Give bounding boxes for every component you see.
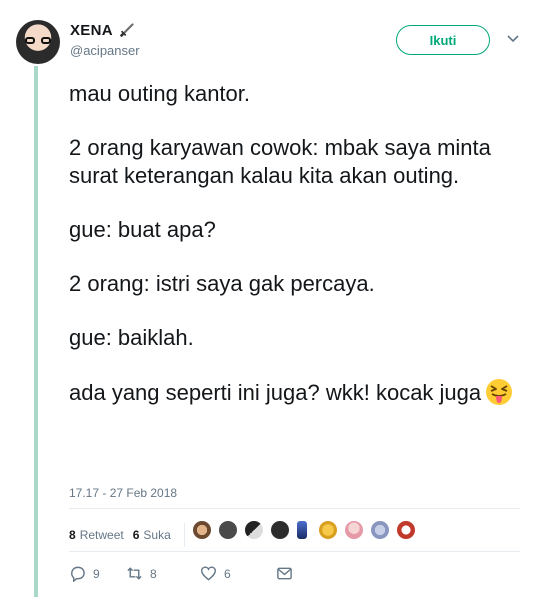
author-handle[interactable]: @acipanser	[70, 43, 140, 58]
tweet-line: gue: buat apa?	[69, 217, 216, 242]
liker-avatar[interactable]	[396, 520, 416, 540]
author-name-row[interactable]: XENA	[70, 21, 136, 39]
tweet-timestamp[interactable]: 17.17 - 27 Feb 2018	[69, 486, 177, 500]
sword-icon	[119, 23, 134, 38]
reply-icon	[71, 566, 85, 582]
tweet-line: 2 orang: istri saya gak percaya.	[69, 271, 375, 296]
chevron-down-icon[interactable]	[506, 34, 520, 44]
heart-icon	[200, 566, 217, 581]
liker-avatar[interactable]	[270, 520, 290, 540]
divider	[69, 551, 520, 552]
retweet-icon	[127, 567, 142, 580]
tweet-line: gue: baiklah.	[69, 325, 194, 350]
tweet-actions: 9 8 6	[69, 565, 300, 582]
liker-avatar[interactable]	[218, 520, 238, 540]
direct-message-action[interactable]	[276, 565, 300, 582]
liker-avatar[interactable]	[244, 520, 264, 540]
retweet-count: 8	[150, 566, 157, 581]
retweet-action[interactable]: 8	[126, 565, 200, 582]
avatar[interactable]	[16, 20, 60, 64]
tweet-line: mau outing kantor.	[69, 81, 251, 106]
liker-avatar[interactable]	[344, 520, 364, 540]
divider	[69, 508, 520, 509]
follow-button[interactable]: Ikuti	[396, 25, 490, 55]
tweet-line: 2 orang karyawan cowok: mbak saya minta …	[69, 135, 491, 188]
avatar-glasses	[25, 37, 51, 45]
liker-avatar[interactable]	[192, 520, 212, 540]
envelope-icon	[277, 567, 292, 580]
reply-action[interactable]: 9	[69, 565, 126, 582]
like-count: 6	[224, 566, 231, 581]
stats-separator	[183, 523, 185, 547]
like-action[interactable]: 6	[200, 565, 276, 582]
squinting-face-with-tongue-emoji	[486, 379, 513, 405]
liker-avatar[interactable]	[318, 520, 338, 540]
like-stat[interactable]: 6 Suka	[133, 528, 171, 542]
tweet-stats: 8 Retweet 6 Suka	[69, 523, 191, 547]
reply-count: 9	[93, 566, 100, 581]
retweet-stat[interactable]: 8 Retweet	[69, 528, 124, 542]
tweet-line: ada yang seperti ini juga? wkk! kocak ju…	[69, 380, 482, 405]
author-name[interactable]: XENA	[70, 22, 112, 39]
tweet-text: mau outing kantor. 2 orang karyawan cowo…	[69, 80, 519, 407]
liker-avatar[interactable]	[296, 520, 308, 540]
likers-avatars	[192, 520, 422, 540]
tweet-last-line: ada yang seperti ini juga? wkk! kocak ju…	[69, 378, 519, 407]
liker-avatar[interactable]	[370, 520, 390, 540]
thread-line	[34, 66, 38, 597]
